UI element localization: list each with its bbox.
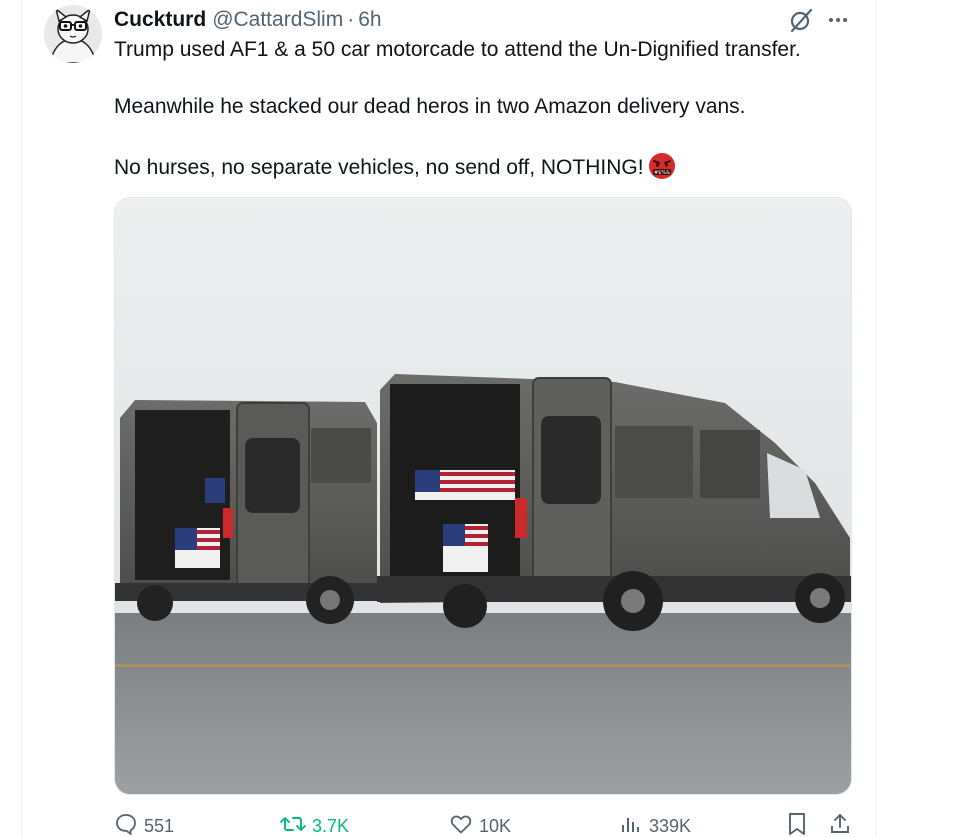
timeline-border-right bbox=[876, 0, 877, 837]
views-button[interactable]: 339K bbox=[619, 812, 691, 837]
reply-icon bbox=[114, 812, 138, 837]
like-icon bbox=[449, 812, 473, 837]
retweet-count: 3.7K bbox=[312, 816, 350, 836]
tweet-action-bar: 551 3.7K 10K 339K bbox=[114, 812, 854, 837]
reply-button[interactable]: 551 bbox=[114, 812, 174, 837]
tweet-text-line-2: Meanwhile he stacked our dead heros in t… bbox=[114, 95, 746, 118]
share-icon bbox=[828, 812, 852, 837]
timeline-border-left bbox=[21, 0, 22, 837]
retweet-button[interactable]: 3.7K bbox=[280, 812, 349, 837]
svg-text:#$%&: #$%& bbox=[654, 170, 670, 176]
angry-cursing-emoji-icon: #$%& bbox=[648, 152, 676, 186]
more-options-icon[interactable] bbox=[824, 8, 852, 32]
like-button[interactable]: 10K bbox=[449, 812, 511, 837]
tweet-header: Cuckturd @CattardSlim · 6h bbox=[114, 6, 382, 34]
bookmark-icon bbox=[786, 812, 808, 837]
grok-icon[interactable] bbox=[787, 6, 815, 34]
retweet-icon bbox=[280, 812, 306, 837]
reply-count: 551 bbox=[144, 816, 175, 836]
views-icon bbox=[619, 812, 643, 837]
avatar[interactable] bbox=[44, 5, 102, 63]
like-count: 10K bbox=[479, 816, 512, 836]
tweet-text-line-3: No hurses, no separate vehicles, no send… bbox=[114, 152, 676, 186]
views-count: 339K bbox=[649, 816, 692, 836]
tweet-text-line-3-content: No hurses, no separate vehicles, no send… bbox=[114, 156, 644, 179]
share-button[interactable] bbox=[828, 812, 852, 837]
tweet-timestamp[interactable]: 6h bbox=[358, 8, 381, 32]
bookmark-button[interactable] bbox=[786, 812, 808, 837]
header-separator: · bbox=[347, 8, 355, 31]
author-display-name[interactable]: Cuckturd bbox=[114, 8, 206, 32]
author-handle[interactable]: @CattardSlim bbox=[212, 8, 343, 32]
tweet-text-line-1: Trump used AF1 & a 50 car motorcade to a… bbox=[114, 38, 801, 61]
tweet-media-image[interactable] bbox=[114, 197, 852, 795]
